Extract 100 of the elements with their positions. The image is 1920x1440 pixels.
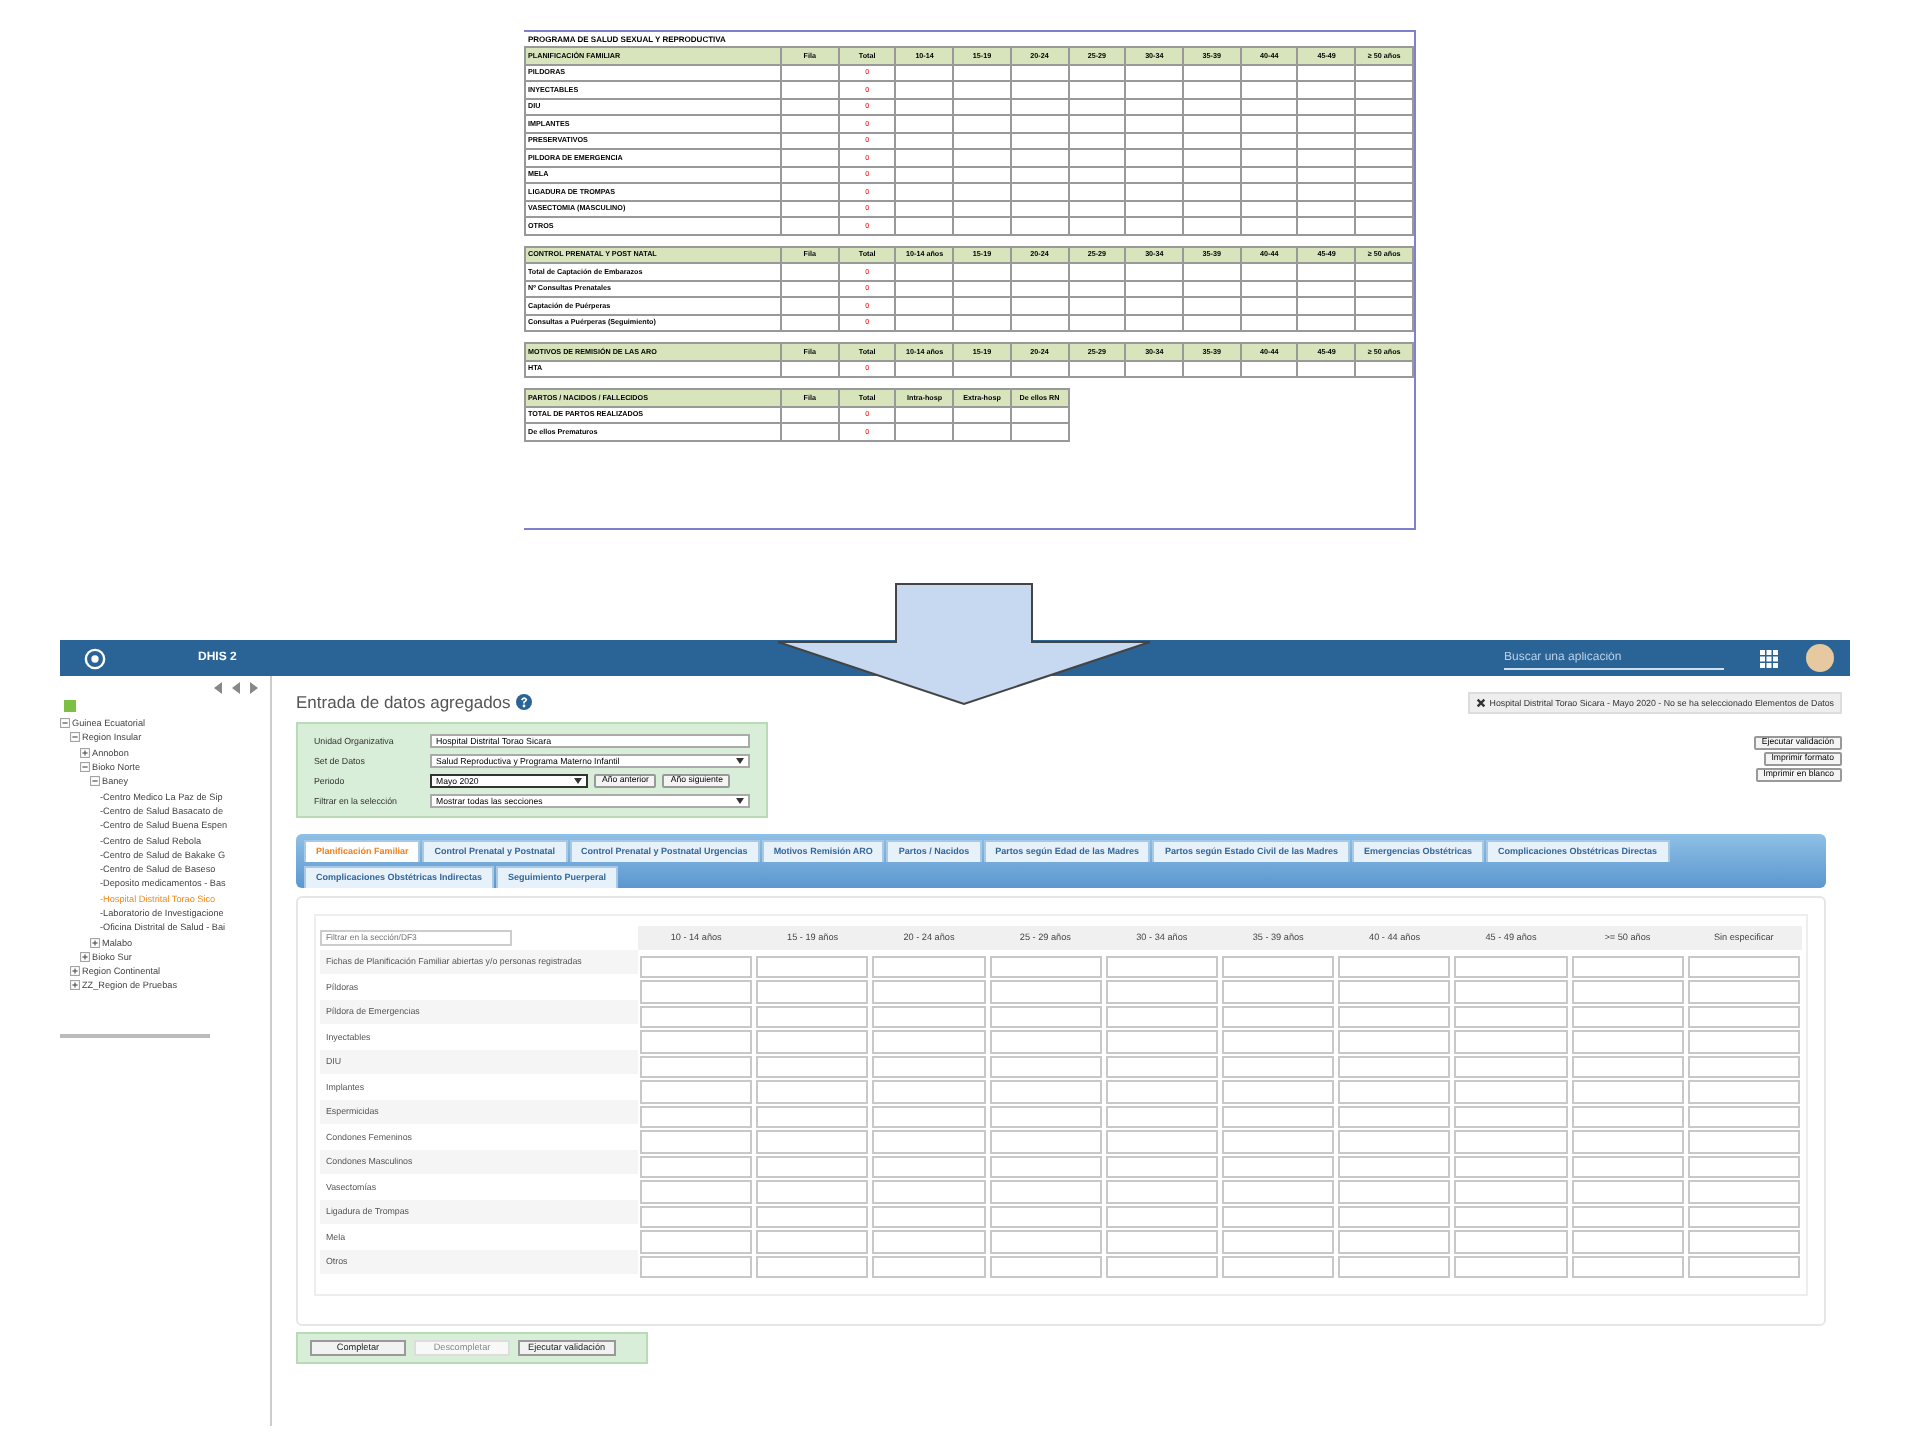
- expand-icon[interactable]: [90, 937, 100, 948]
- value-field[interactable]: [1338, 1105, 1451, 1129]
- value-field[interactable]: [1105, 1255, 1218, 1279]
- value-field[interactable]: [756, 1105, 869, 1129]
- value-field[interactable]: [640, 1205, 753, 1229]
- value-field[interactable]: [1687, 1105, 1800, 1129]
- value-field[interactable]: [640, 1055, 753, 1079]
- value-field[interactable]: [640, 1030, 753, 1054]
- value-field[interactable]: [989, 980, 1102, 1004]
- value-field[interactable]: [640, 1230, 753, 1254]
- value-field[interactable]: [1454, 1155, 1568, 1179]
- value-field[interactable]: [1687, 1230, 1800, 1254]
- value-field[interactable]: [1222, 1255, 1335, 1279]
- value-field[interactable]: [640, 1105, 753, 1129]
- value-field[interactable]: [1571, 1030, 1684, 1054]
- value-field[interactable]: [989, 1230, 1102, 1254]
- collapse-icon[interactable]: [60, 718, 70, 729]
- value-field[interactable]: [1105, 1080, 1218, 1104]
- value-field[interactable]: [640, 1180, 753, 1204]
- value-field[interactable]: [756, 1180, 869, 1204]
- value-field[interactable]: [1222, 1130, 1335, 1154]
- value-field[interactable]: [756, 1005, 869, 1029]
- value-field[interactable]: [1222, 1055, 1335, 1079]
- close-icon[interactable]: [1475, 697, 1486, 707]
- value-field[interactable]: [989, 1180, 1102, 1204]
- value-field[interactable]: [756, 1155, 869, 1179]
- value-field[interactable]: [1222, 980, 1335, 1004]
- value-field[interactable]: [756, 1130, 869, 1154]
- scrollbar[interactable]: [60, 1033, 210, 1038]
- value-field[interactable]: [1222, 1155, 1335, 1179]
- value-field[interactable]: [1105, 1155, 1218, 1179]
- value-field[interactable]: [1222, 955, 1335, 979]
- value-field[interactable]: [1338, 1055, 1451, 1079]
- value-field[interactable]: [1687, 1080, 1800, 1104]
- value-field[interactable]: [1338, 980, 1451, 1004]
- value-field[interactable]: [1687, 1255, 1800, 1279]
- value-field[interactable]: [1454, 980, 1568, 1004]
- value-field[interactable]: [1222, 1205, 1335, 1229]
- value-field[interactable]: [872, 1105, 986, 1129]
- value-field[interactable]: [872, 1030, 986, 1054]
- value-field[interactable]: [1105, 1055, 1218, 1079]
- value-field[interactable]: [640, 1080, 753, 1104]
- value-field[interactable]: [1571, 1205, 1684, 1229]
- value-field[interactable]: [1338, 1130, 1451, 1154]
- value-field[interactable]: [1687, 1030, 1800, 1054]
- value-field[interactable]: [989, 1080, 1102, 1104]
- value-field[interactable]: [989, 1005, 1102, 1029]
- value-field[interactable]: [1454, 1230, 1568, 1254]
- value-field[interactable]: [1687, 1180, 1800, 1204]
- value-field[interactable]: [1571, 1005, 1684, 1029]
- value-field[interactable]: [640, 1130, 753, 1154]
- value-field[interactable]: [1454, 1130, 1568, 1154]
- value-field[interactable]: [989, 1255, 1102, 1279]
- value-field[interactable]: [989, 1055, 1102, 1079]
- value-field[interactable]: [1571, 955, 1684, 979]
- value-field[interactable]: [1105, 1180, 1218, 1204]
- value-field[interactable]: [1571, 1080, 1684, 1104]
- value-field[interactable]: [1105, 980, 1218, 1004]
- value-field[interactable]: [872, 980, 986, 1004]
- value-field[interactable]: [1687, 1155, 1800, 1179]
- value-field[interactable]: [1571, 1130, 1684, 1154]
- value-field[interactable]: [1687, 1005, 1800, 1029]
- expand-icon[interactable]: [80, 951, 90, 962]
- value-field[interactable]: [1454, 1080, 1568, 1104]
- expand-icon[interactable]: [70, 980, 80, 991]
- value-field[interactable]: [989, 1130, 1102, 1154]
- value-field[interactable]: [989, 955, 1102, 979]
- value-field[interactable]: [1338, 1030, 1451, 1054]
- value-field[interactable]: [1571, 1155, 1684, 1179]
- help-icon[interactable]: [516, 694, 533, 710]
- value-field[interactable]: [756, 1055, 869, 1079]
- value-field[interactable]: [872, 1255, 986, 1279]
- value-field[interactable]: [756, 980, 869, 1004]
- navigation-arrows-icon[interactable]: [214, 682, 258, 694]
- value-field[interactable]: [989, 1105, 1102, 1129]
- value-field[interactable]: [1571, 1230, 1684, 1254]
- value-field[interactable]: [640, 955, 753, 979]
- value-field[interactable]: [1105, 1105, 1218, 1129]
- value-field[interactable]: [756, 1080, 869, 1104]
- value-field[interactable]: [1222, 1105, 1335, 1129]
- value-field[interactable]: [1571, 980, 1684, 1004]
- value-field[interactable]: [872, 1055, 986, 1079]
- value-field[interactable]: [1454, 1030, 1568, 1054]
- value-field[interactable]: [1454, 1105, 1568, 1129]
- value-field[interactable]: [1338, 1230, 1451, 1254]
- value-field[interactable]: [1338, 1080, 1451, 1104]
- value-field[interactable]: [1454, 1005, 1568, 1029]
- value-field[interactable]: [1105, 1030, 1218, 1054]
- value-field[interactable]: [1222, 1005, 1335, 1029]
- value-field[interactable]: [1338, 1255, 1451, 1279]
- value-field[interactable]: [1571, 1105, 1684, 1129]
- value-field[interactable]: [1105, 955, 1218, 979]
- value-field[interactable]: [1338, 1155, 1451, 1179]
- value-field[interactable]: [1687, 1205, 1800, 1229]
- collapse-icon[interactable]: [90, 776, 100, 787]
- value-field[interactable]: [1105, 1205, 1218, 1229]
- value-field[interactable]: [640, 1155, 753, 1179]
- value-field[interactable]: [1222, 1030, 1335, 1054]
- value-field[interactable]: [756, 1230, 869, 1254]
- value-field[interactable]: [872, 1130, 986, 1154]
